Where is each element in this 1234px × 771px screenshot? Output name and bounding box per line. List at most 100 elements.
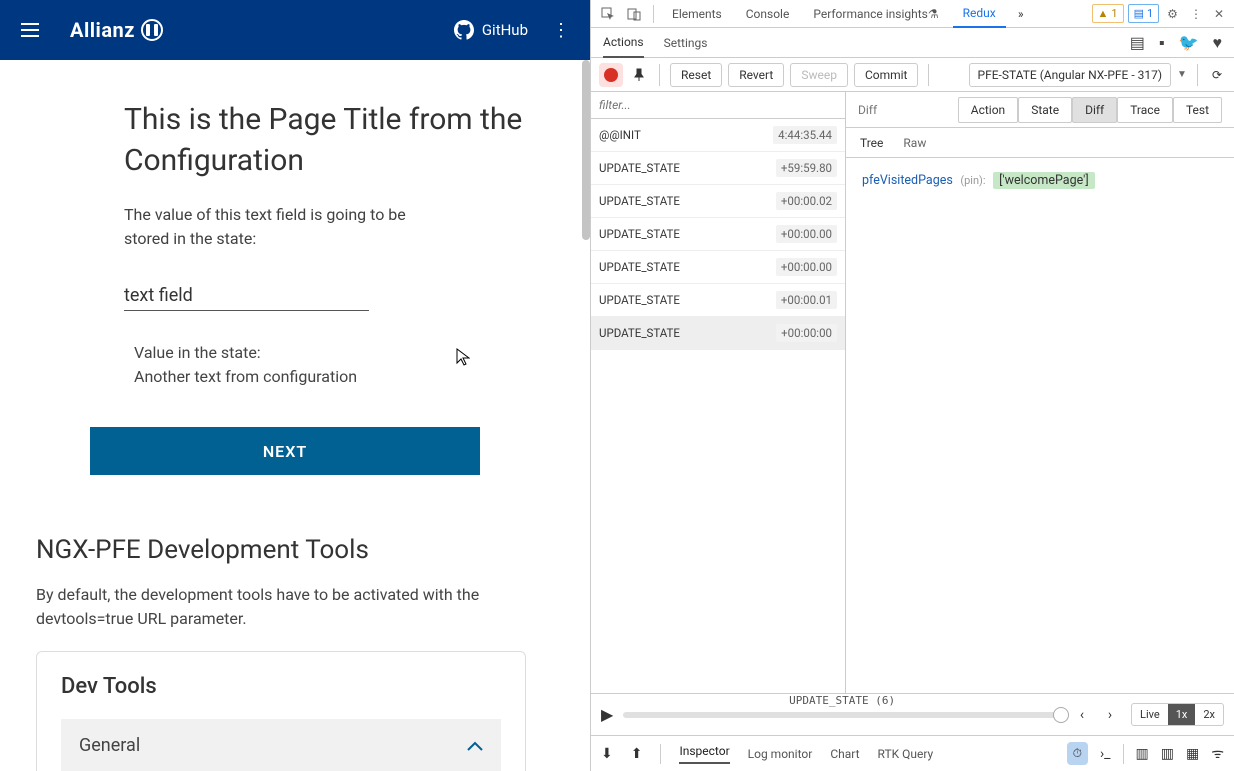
state-line-2: Another text from configuration bbox=[134, 365, 554, 389]
inspector-tab-trace[interactable]: Trace bbox=[1117, 97, 1173, 123]
instance-label: PFE-STATE (Angular NX-PFE - 317) bbox=[978, 68, 1163, 82]
diff-pin-label: (pin) bbox=[960, 174, 983, 187]
action-time: +59:59.80 bbox=[776, 159, 837, 177]
feedback-icon[interactable]: ▪ bbox=[1159, 33, 1165, 53]
app-body: This is the Page Title from the Configur… bbox=[0, 60, 590, 771]
action-name: UPDATE_STATE bbox=[599, 161, 680, 175]
panel-left-icon[interactable]: ▥ bbox=[1136, 746, 1149, 762]
reset-button[interactable]: Reset bbox=[670, 63, 722, 87]
inspector-tab-state[interactable]: State bbox=[1018, 97, 1072, 123]
bottom-tab-logmonitor[interactable]: Log monitor bbox=[748, 747, 813, 761]
action-list: @@INIT4:44:35.44UPDATE_STATE+59:59.80UPD… bbox=[591, 92, 846, 693]
inspector-mode-label: Diff bbox=[858, 103, 877, 117]
twitter-icon[interactable]: 🐦 bbox=[1179, 33, 1199, 53]
action-row[interactable]: UPDATE_STATE+00:00.00 bbox=[591, 218, 845, 251]
prev-action-button[interactable]: ‹ bbox=[1071, 704, 1093, 726]
menu-button[interactable] bbox=[16, 16, 44, 44]
devtools-description: By default, the development tools have t… bbox=[36, 583, 516, 631]
instance-selector[interactable]: PFE-STATE (Angular NX-PFE - 317) bbox=[969, 63, 1172, 87]
docs-icon[interactable]: ▤ bbox=[1130, 33, 1145, 53]
timeline: ▶ UPDATE_STATE (6) ‹ › Live 1x 2x bbox=[591, 693, 1234, 735]
tab-elements[interactable]: Elements bbox=[662, 0, 732, 28]
redux-toolbar: Reset Revert Sweep Commit PFE-STATE (Ang… bbox=[591, 58, 1234, 92]
dispatch-console-icon[interactable]: ›_ bbox=[1100, 746, 1111, 762]
timeline-slider[interactable]: UPDATE_STATE (6) bbox=[623, 712, 1061, 718]
action-row[interactable]: UPDATE_STATE +59:59.80 bbox=[591, 152, 845, 185]
slider-thumb[interactable] bbox=[1053, 707, 1069, 723]
app-pane: Allianz GitHub ⋮ This is the Page Title … bbox=[0, 0, 590, 771]
speed-2x[interactable]: 2x bbox=[1195, 704, 1223, 725]
action-row[interactable]: @@INIT4:44:35.44 bbox=[591, 119, 845, 152]
inspector-tabs: Diff ActionStateDiffTraceTest bbox=[846, 92, 1234, 128]
action-time: +00:00.01 bbox=[776, 291, 837, 309]
kebab-menu-icon[interactable]: ⋮ bbox=[1186, 7, 1206, 21]
inspector-tab-diff[interactable]: Diff bbox=[1072, 97, 1117, 123]
field-description: The value of this text field is going to… bbox=[124, 203, 444, 251]
revert-button[interactable]: Revert bbox=[728, 63, 784, 87]
brand-mark-icon bbox=[141, 19, 163, 41]
inspect-element-icon[interactable] bbox=[597, 3, 619, 25]
speed-live[interactable]: Live bbox=[1132, 704, 1168, 725]
more-tabs-icon[interactable]: » bbox=[1010, 3, 1032, 25]
reload-icon[interactable]: ⟳ bbox=[1208, 64, 1226, 86]
device-toolbar-icon[interactable] bbox=[623, 3, 645, 25]
inspector-tab-test[interactable]: Test bbox=[1173, 97, 1222, 123]
next-action-button[interactable]: › bbox=[1099, 704, 1121, 726]
devtools-pane: Elements Console Performance insights ⚗ … bbox=[590, 0, 1234, 771]
import-icon[interactable]: ⬆ bbox=[631, 746, 643, 762]
chevron-down-icon[interactable]: ▼ bbox=[1177, 69, 1187, 80]
warnings-badge[interactable]: ▲1 bbox=[1092, 4, 1124, 23]
next-button[interactable]: NEXT bbox=[90, 427, 480, 475]
speed-1x[interactable]: 1x bbox=[1168, 704, 1196, 725]
action-time: +00:00:00 bbox=[776, 324, 837, 342]
pin-button[interactable] bbox=[629, 65, 649, 85]
export-icon[interactable]: ⬇ bbox=[601, 746, 613, 762]
accordion-general[interactable]: General bbox=[61, 719, 501, 771]
bottom-tab-inspector[interactable]: Inspector bbox=[679, 744, 729, 764]
info-icon: ▤ bbox=[1134, 7, 1144, 20]
panel-right-icon[interactable]: ▥ bbox=[1161, 746, 1174, 762]
action-time: +00:00.02 bbox=[776, 192, 837, 210]
subtab-actions[interactable]: Actions bbox=[603, 28, 644, 58]
devtools-bottombar: ⬇ ⬆ Inspector Log monitor Chart RTK Quer… bbox=[591, 735, 1234, 771]
commit-button[interactable]: Commit bbox=[854, 63, 919, 87]
app-header: Allianz GitHub ⋮ bbox=[0, 0, 590, 60]
tab-redux[interactable]: Redux bbox=[953, 0, 1006, 28]
action-row[interactable]: UPDATE_STATE+00:00.00 bbox=[591, 251, 845, 284]
sweep-button[interactable]: Sweep bbox=[790, 63, 848, 87]
subtab-settings[interactable]: Settings bbox=[664, 28, 708, 58]
text-field-input[interactable] bbox=[124, 281, 369, 311]
close-devtools-icon[interactable]: ✕ bbox=[1210, 7, 1228, 21]
subtab-tree[interactable]: Tree bbox=[860, 136, 883, 150]
subtab-raw[interactable]: Raw bbox=[903, 136, 926, 150]
play-button[interactable]: ▶ bbox=[601, 705, 613, 724]
panel-bottom-icon[interactable]: ▦ bbox=[1186, 746, 1199, 762]
redux-main: @@INIT4:44:35.44UPDATE_STATE+59:59.80UPD… bbox=[591, 92, 1234, 693]
settings-gear-icon[interactable]: ⚙ bbox=[1163, 7, 1182, 21]
overflow-menu-button[interactable]: ⋮ bbox=[548, 20, 574, 41]
inspector-tab-action[interactable]: Action bbox=[958, 97, 1018, 123]
diff-key[interactable]: pfeVisitedPages bbox=[862, 173, 953, 188]
github-icon bbox=[454, 20, 474, 40]
record-button[interactable] bbox=[599, 63, 623, 87]
action-row[interactable]: UPDATE_STATE+00:00:00 bbox=[591, 317, 845, 350]
scrollbar-thumb[interactable] bbox=[582, 60, 590, 240]
devtools-topbar: Elements Console Performance insights ⚗ … bbox=[591, 0, 1234, 28]
record-icon bbox=[604, 68, 618, 82]
action-time: +00:00.00 bbox=[776, 225, 837, 243]
action-time: 4:44:35.44 bbox=[773, 126, 837, 144]
remote-icon[interactable]: ᯤ bbox=[1211, 744, 1224, 763]
tab-performance-insights[interactable]: Performance insights ⚗ bbox=[803, 0, 948, 28]
action-row[interactable]: UPDATE_STATE+00:00.01 bbox=[591, 284, 845, 317]
action-filter-input[interactable] bbox=[591, 92, 845, 119]
support-icon[interactable]: ♥ bbox=[1213, 33, 1223, 53]
lock-toggle-icon[interactable]: ⏱ bbox=[1067, 742, 1088, 765]
action-row[interactable]: UPDATE_STATE+00:00.02 bbox=[591, 185, 845, 218]
bottom-tab-rtkquery[interactable]: RTK Query bbox=[878, 747, 934, 761]
brand-logo: Allianz bbox=[70, 18, 163, 42]
tab-console[interactable]: Console bbox=[736, 0, 800, 28]
issues-badge[interactable]: ▤1 bbox=[1128, 4, 1160, 23]
action-time: +00:00.00 bbox=[776, 258, 837, 276]
github-link[interactable]: GitHub bbox=[454, 20, 528, 40]
bottom-tab-chart[interactable]: Chart bbox=[830, 747, 859, 761]
